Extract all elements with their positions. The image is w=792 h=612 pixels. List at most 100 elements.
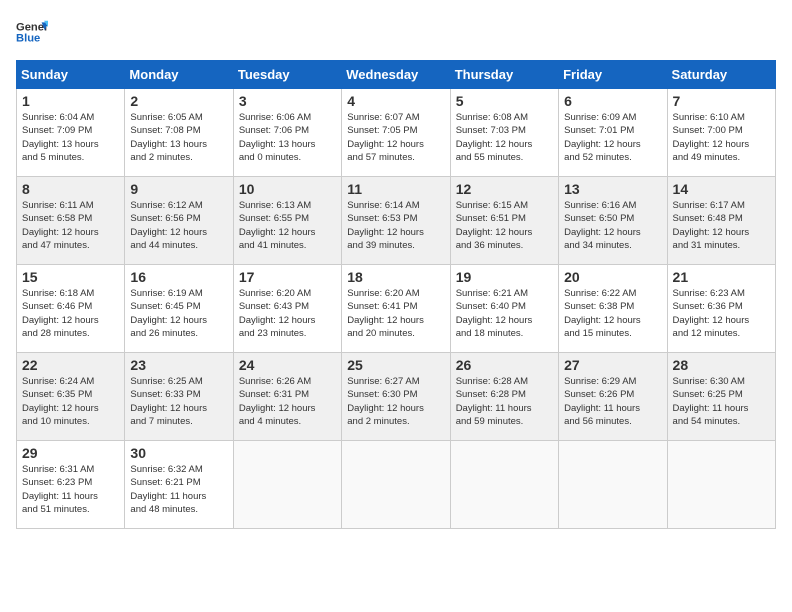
day-info: Sunrise: 6:22 AM Sunset: 6:38 PM Dayligh… bbox=[564, 287, 661, 340]
calendar-cell: 22 Sunrise: 6:24 AM Sunset: 6:35 PM Dayli… bbox=[17, 353, 125, 441]
weekday-header: Tuesday bbox=[233, 61, 341, 89]
day-number: 20 bbox=[564, 269, 661, 285]
calendar-cell: 13 Sunrise: 6:16 AM Sunset: 6:50 PM Dayli… bbox=[559, 177, 667, 265]
day-number: 8 bbox=[22, 181, 119, 197]
day-number: 3 bbox=[239, 93, 336, 109]
day-info: Sunrise: 6:32 AM Sunset: 6:21 PM Dayligh… bbox=[130, 463, 227, 516]
calendar-table: SundayMondayTuesdayWednesdayThursdayFrid… bbox=[16, 60, 776, 529]
calendar-cell: 23Sunrise: 6:25 AM Sunset: 6:33 PM Dayli… bbox=[125, 353, 233, 441]
calendar-cell: 26 Sunrise: 6:28 AM Sunset: 6:28 PM Dayli… bbox=[450, 353, 558, 441]
calendar-cell: 8 Sunrise: 6:11 AM Sunset: 6:58 PM Daylig… bbox=[17, 177, 125, 265]
calendar-cell bbox=[450, 441, 558, 529]
day-info: Sunrise: 6:31 AM Sunset: 6:23 PM Dayligh… bbox=[22, 463, 119, 516]
day-info: Sunrise: 6:08 AM Sunset: 7:03 PM Dayligh… bbox=[456, 111, 553, 164]
calendar-cell: 20 Sunrise: 6:22 AM Sunset: 6:38 PM Dayli… bbox=[559, 265, 667, 353]
day-info: Sunrise: 6:28 AM Sunset: 6:28 PM Dayligh… bbox=[456, 375, 553, 428]
calendar-cell: 5Sunrise: 6:08 AM Sunset: 7:03 PM Daylig… bbox=[450, 89, 558, 177]
calendar-cell: 30 Sunrise: 6:32 AM Sunset: 6:21 PM Dayli… bbox=[125, 441, 233, 529]
calendar-cell: 21 Sunrise: 6:23 AM Sunset: 6:36 PM Dayli… bbox=[667, 265, 775, 353]
day-info: Sunrise: 6:24 AM Sunset: 6:35 PM Dayligh… bbox=[22, 375, 119, 428]
calendar-cell: 28Sunrise: 6:30 AM Sunset: 6:25 PM Dayli… bbox=[667, 353, 775, 441]
day-number: 25 bbox=[347, 357, 444, 373]
day-number: 7 bbox=[673, 93, 770, 109]
day-number: 1 bbox=[22, 93, 119, 109]
calendar-cell: 2 Sunrise: 6:05 AM Sunset: 7:08 PM Daylig… bbox=[125, 89, 233, 177]
calendar-cell bbox=[667, 441, 775, 529]
day-info: Sunrise: 6:21 AM Sunset: 6:40 PM Dayligh… bbox=[456, 287, 553, 340]
day-info: Sunrise: 6:18 AM Sunset: 6:46 PM Dayligh… bbox=[22, 287, 119, 340]
logo: General Blue bbox=[16, 16, 48, 48]
calendar-week-row: 1 Sunrise: 6:04 AM Sunset: 7:09 PM Daylig… bbox=[17, 89, 776, 177]
day-number: 28 bbox=[673, 357, 770, 373]
day-number: 24 bbox=[239, 357, 336, 373]
day-info: Sunrise: 6:09 AM Sunset: 7:01 PM Dayligh… bbox=[564, 111, 661, 164]
day-number: 6 bbox=[564, 93, 661, 109]
calendar-week-row: 22 Sunrise: 6:24 AM Sunset: 6:35 PM Dayli… bbox=[17, 353, 776, 441]
calendar-cell: 11 Sunrise: 6:14 AM Sunset: 6:53 PM Dayli… bbox=[342, 177, 450, 265]
day-info: Sunrise: 6:29 AM Sunset: 6:26 PM Dayligh… bbox=[564, 375, 661, 428]
day-info: Sunrise: 6:16 AM Sunset: 6:50 PM Dayligh… bbox=[564, 199, 661, 252]
day-info: Sunrise: 6:07 AM Sunset: 7:05 PM Dayligh… bbox=[347, 111, 444, 164]
day-number: 22 bbox=[22, 357, 119, 373]
calendar-cell bbox=[233, 441, 341, 529]
day-info: Sunrise: 6:25 AM Sunset: 6:33 PM Dayligh… bbox=[130, 375, 227, 428]
day-info: Sunrise: 6:14 AM Sunset: 6:53 PM Dayligh… bbox=[347, 199, 444, 252]
day-number: 30 bbox=[130, 445, 227, 461]
calendar-cell: 17Sunrise: 6:20 AM Sunset: 6:43 PM Dayli… bbox=[233, 265, 341, 353]
calendar-cell: 10 Sunrise: 6:13 AM Sunset: 6:55 PM Dayli… bbox=[233, 177, 341, 265]
day-number: 19 bbox=[456, 269, 553, 285]
calendar-cell: 19 Sunrise: 6:21 AM Sunset: 6:40 PM Dayli… bbox=[450, 265, 558, 353]
calendar-cell: 27Sunrise: 6:29 AM Sunset: 6:26 PM Dayli… bbox=[559, 353, 667, 441]
weekday-header: Sunday bbox=[17, 61, 125, 89]
day-info: Sunrise: 6:10 AM Sunset: 7:00 PM Dayligh… bbox=[673, 111, 770, 164]
calendar-cell: 1 Sunrise: 6:04 AM Sunset: 7:09 PM Daylig… bbox=[17, 89, 125, 177]
day-info: Sunrise: 6:17 AM Sunset: 6:48 PM Dayligh… bbox=[673, 199, 770, 252]
day-number: 2 bbox=[130, 93, 227, 109]
page-header: General Blue bbox=[16, 16, 776, 48]
day-number: 9 bbox=[130, 181, 227, 197]
calendar-cell: 15 Sunrise: 6:18 AM Sunset: 6:46 PM Dayli… bbox=[17, 265, 125, 353]
calendar-cell: 7 Sunrise: 6:10 AM Sunset: 7:00 PM Daylig… bbox=[667, 89, 775, 177]
calendar-cell: 16 Sunrise: 6:19 AM Sunset: 6:45 PM Dayli… bbox=[125, 265, 233, 353]
day-info: Sunrise: 6:06 AM Sunset: 7:06 PM Dayligh… bbox=[239, 111, 336, 164]
calendar-week-row: 8 Sunrise: 6:11 AM Sunset: 6:58 PM Daylig… bbox=[17, 177, 776, 265]
logo-icon: General Blue bbox=[16, 16, 48, 48]
calendar-cell: 29 Sunrise: 6:31 AM Sunset: 6:23 PM Dayli… bbox=[17, 441, 125, 529]
calendar-cell: 6 Sunrise: 6:09 AM Sunset: 7:01 PM Daylig… bbox=[559, 89, 667, 177]
day-info: Sunrise: 6:23 AM Sunset: 6:36 PM Dayligh… bbox=[673, 287, 770, 340]
weekday-header: Friday bbox=[559, 61, 667, 89]
day-info: Sunrise: 6:26 AM Sunset: 6:31 PM Dayligh… bbox=[239, 375, 336, 428]
calendar-cell: 9Sunrise: 6:12 AM Sunset: 6:56 PM Daylig… bbox=[125, 177, 233, 265]
day-number: 21 bbox=[673, 269, 770, 285]
calendar-week-row: 15 Sunrise: 6:18 AM Sunset: 6:46 PM Dayli… bbox=[17, 265, 776, 353]
day-info: Sunrise: 6:13 AM Sunset: 6:55 PM Dayligh… bbox=[239, 199, 336, 252]
calendar-cell: 14 Sunrise: 6:17 AM Sunset: 6:48 PM Dayli… bbox=[667, 177, 775, 265]
day-number: 17 bbox=[239, 269, 336, 285]
day-number: 18 bbox=[347, 269, 444, 285]
calendar-cell: 24 Sunrise: 6:26 AM Sunset: 6:31 PM Dayli… bbox=[233, 353, 341, 441]
day-number: 10 bbox=[239, 181, 336, 197]
day-number: 16 bbox=[130, 269, 227, 285]
day-info: Sunrise: 6:05 AM Sunset: 7:08 PM Dayligh… bbox=[130, 111, 227, 164]
day-info: Sunrise: 6:11 AM Sunset: 6:58 PM Dayligh… bbox=[22, 199, 119, 252]
calendar-cell bbox=[342, 441, 450, 529]
day-info: Sunrise: 6:15 AM Sunset: 6:51 PM Dayligh… bbox=[456, 199, 553, 252]
weekday-header: Thursday bbox=[450, 61, 558, 89]
calendar-cell bbox=[559, 441, 667, 529]
weekday-header: Wednesday bbox=[342, 61, 450, 89]
day-number: 4 bbox=[347, 93, 444, 109]
day-number: 15 bbox=[22, 269, 119, 285]
day-info: Sunrise: 6:04 AM Sunset: 7:09 PM Dayligh… bbox=[22, 111, 119, 164]
calendar-cell: 18Sunrise: 6:20 AM Sunset: 6:41 PM Dayli… bbox=[342, 265, 450, 353]
svg-text:Blue: Blue bbox=[16, 33, 40, 45]
day-number: 29 bbox=[22, 445, 119, 461]
day-info: Sunrise: 6:27 AM Sunset: 6:30 PM Dayligh… bbox=[347, 375, 444, 428]
calendar-cell: 25 Sunrise: 6:27 AM Sunset: 6:30 PM Dayli… bbox=[342, 353, 450, 441]
day-number: 14 bbox=[673, 181, 770, 197]
calendar-cell: 4 Sunrise: 6:07 AM Sunset: 7:05 PM Daylig… bbox=[342, 89, 450, 177]
day-info: Sunrise: 6:19 AM Sunset: 6:45 PM Dayligh… bbox=[130, 287, 227, 340]
day-number: 13 bbox=[564, 181, 661, 197]
calendar-header-row: SundayMondayTuesdayWednesdayThursdayFrid… bbox=[17, 61, 776, 89]
day-number: 11 bbox=[347, 181, 444, 197]
day-number: 26 bbox=[456, 357, 553, 373]
